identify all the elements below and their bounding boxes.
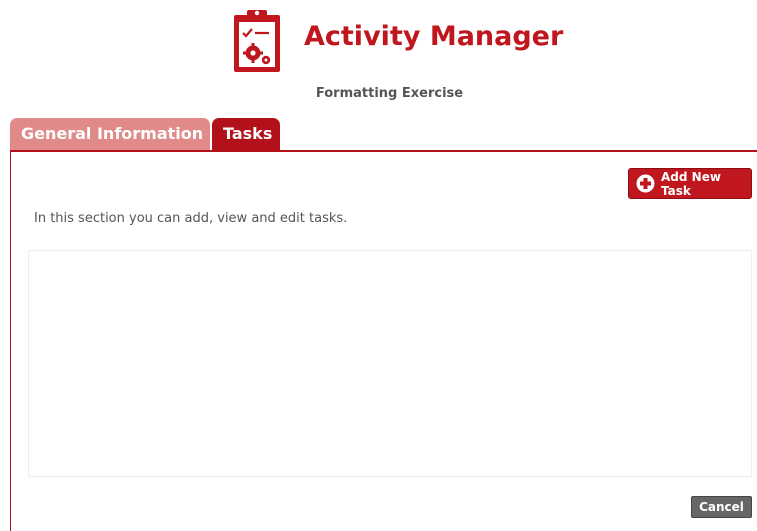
cancel-button[interactable]: Cancel: [691, 496, 752, 518]
tab-general-information[interactable]: General Information: [10, 118, 210, 151]
app-subtitle-text: Formatting Exercise: [315, 86, 464, 101]
tab-tasks[interactable]: Tasks: [212, 118, 280, 151]
add-new-task-button[interactable]: Add New Task: [628, 168, 752, 199]
app-subtitle: Formatting Exercise: [0, 86, 757, 101]
clipboard-gears-icon: [234, 10, 280, 72]
app-title: Activity Manager: [304, 21, 564, 52]
plus-circle-icon: [636, 174, 655, 193]
app-header: Activity Manager Formatting Exercise: [0, 0, 757, 110]
activity-manager-page: Activity Manager Formatting Exercise Gen…: [0, 0, 757, 531]
add-new-task-label: Add New Task: [661, 169, 721, 198]
tasks-list-area: [28, 250, 752, 477]
tasks-intro-text: In this section you can add, view and ed…: [34, 211, 348, 226]
